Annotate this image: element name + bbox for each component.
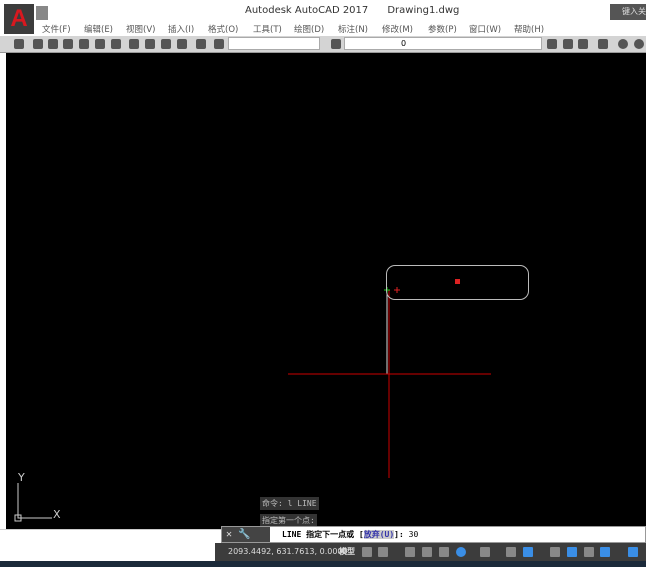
command-input[interactable]: 30 — [409, 530, 419, 539]
canvas-overlay: Y X — [14, 279, 491, 522]
osnap-track-icon[interactable] — [506, 547, 516, 557]
osnap-icon[interactable] — [523, 547, 533, 557]
3d-osnap-icon[interactable] — [600, 547, 610, 557]
ucs-x-label: X — [53, 508, 61, 521]
command-controls: ✕ 🔧 — [222, 527, 270, 542]
ucs-y-label: Y — [17, 471, 25, 484]
close-icon[interactable]: ✕ — [226, 529, 232, 540]
polar-icon[interactable] — [456, 547, 466, 557]
command-line[interactable]: ✕ 🔧 LINE 指定下一点或 [放弃(U)]: 30 — [221, 526, 646, 543]
ortho-icon[interactable] — [439, 547, 449, 557]
taskbar-edge — [0, 561, 646, 567]
infer-icon[interactable] — [405, 547, 415, 557]
undo-option[interactable]: 放弃(U) — [363, 530, 395, 539]
model-button[interactable]: 模型 — [339, 543, 355, 561]
history-line: 命令: l LINE — [260, 497, 319, 510]
dynamic-input-tooltip — [386, 265, 529, 300]
command-prompt: LINE 指定下一点或 [放弃(U)]: 30 — [282, 530, 419, 539]
ucs-icon — [14, 483, 52, 522]
selection-cycling-icon[interactable] — [584, 547, 594, 557]
dynamic-input-icon[interactable] — [422, 547, 432, 557]
isodraft-icon[interactable] — [480, 547, 490, 557]
coordinates-readout: 2093.4492, 631.7613, 0.0000 — [228, 547, 348, 556]
wrench-icon[interactable]: 🔧 — [238, 529, 250, 540]
snap-icon[interactable] — [378, 547, 388, 557]
lineweight-icon[interactable] — [550, 547, 560, 557]
grid-icon[interactable] — [362, 547, 372, 557]
dynamic-ucs-icon[interactable] — [628, 547, 638, 557]
transparency-icon[interactable] — [567, 547, 577, 557]
app-menu-button[interactable]: A — [4, 4, 34, 34]
